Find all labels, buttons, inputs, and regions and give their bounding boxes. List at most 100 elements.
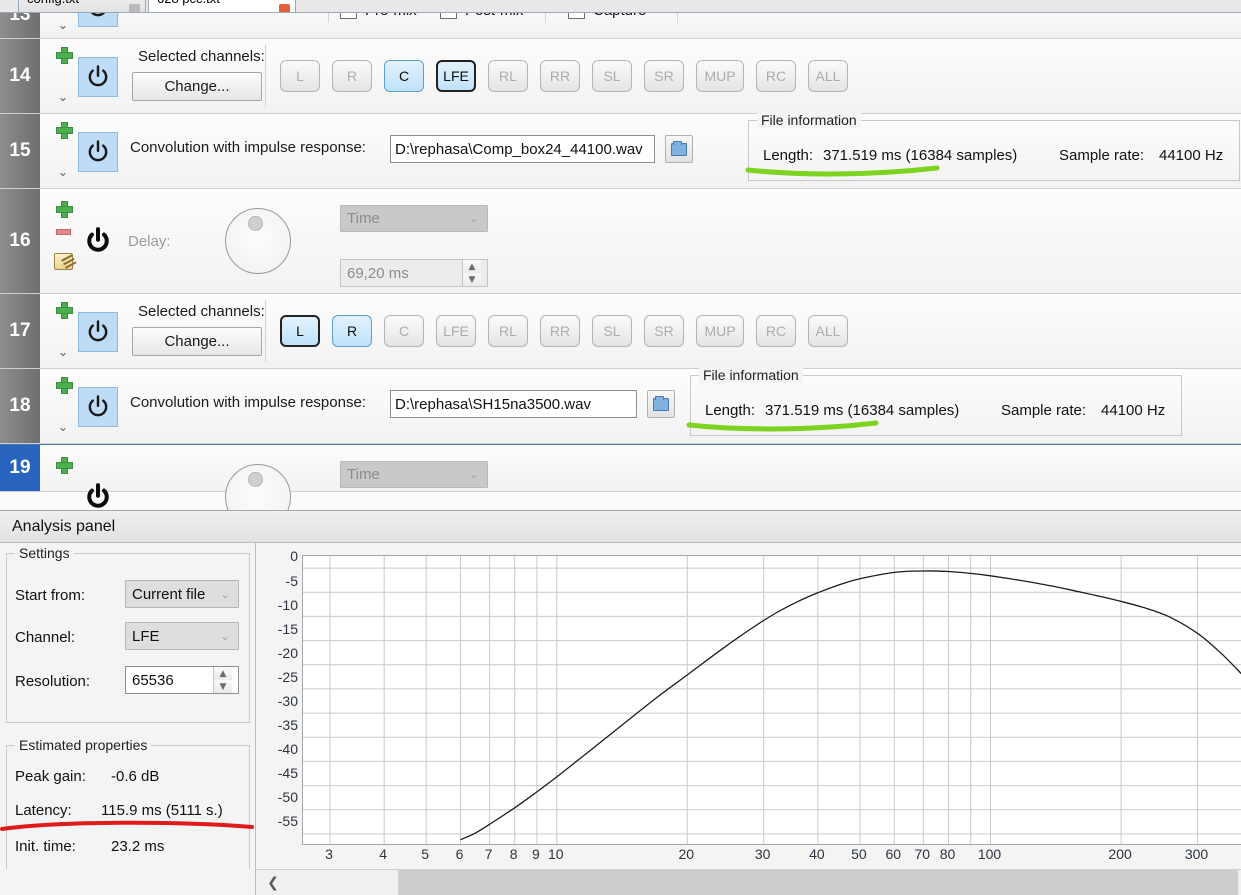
tab-628-pcc[interactable]: 628 pcc.txt: [148, 0, 296, 12]
channel-chip-rr[interactable]: RR: [540, 315, 580, 347]
chain-row-13[interactable]: 13 ⌄ Selected processing stage: Pre-mix: [0, 13, 1241, 39]
power-toggle[interactable]: [78, 13, 118, 27]
horizontal-scrollbar[interactable]: ❮: [256, 869, 1241, 895]
change-channels-button[interactable]: Change...: [132, 327, 262, 356]
impulse-response-path-input[interactable]: D:\rephasa\Comp_box24_44100.wav: [390, 135, 655, 163]
row-index: 19: [0, 445, 40, 491]
delay-mode-value: Time: [347, 466, 380, 483]
tab-config[interactable]: config.txt: [18, 0, 146, 12]
response-curve: [460, 570, 1241, 841]
delay-knob[interactable]: [225, 464, 291, 510]
add-row-icon[interactable]: [56, 377, 73, 394]
channel-chip-sl[interactable]: SL: [592, 60, 632, 92]
chain-row-17[interactable]: 17 ⌄ Selected channels: Change... L R C: [0, 294, 1241, 369]
channel-chip-sr[interactable]: SR: [644, 60, 684, 92]
power-toggle-off[interactable]: [78, 221, 118, 261]
checkbox-box: [340, 13, 357, 19]
row-index: 15: [0, 114, 40, 188]
plot-area[interactable]: [302, 555, 1241, 845]
file-information-group: File information Length: 371.519 ms (163…: [748, 112, 1240, 181]
sample-rate-value: 44100 Hz: [1159, 147, 1224, 164]
divider: [545, 13, 546, 23]
checkbox-pre-mix[interactable]: Pre-mix: [340, 13, 417, 19]
delay-knob[interactable]: [225, 208, 291, 274]
scrollbar-track[interactable]: [290, 869, 1241, 895]
chevron-down-icon[interactable]: ⌄: [55, 421, 71, 435]
channel-chip-sr[interactable]: SR: [644, 315, 684, 347]
x-tick: 3: [325, 846, 333, 862]
add-row-icon[interactable]: [56, 302, 73, 319]
channel-chip-lfe[interactable]: LFE: [436, 60, 476, 92]
checkbox-post-mix[interactable]: Post-mix: [440, 13, 523, 19]
channel-chip-all[interactable]: ALL: [808, 60, 848, 92]
row-controls: ⌄: [48, 114, 82, 188]
channel-chip-l[interactable]: L: [280, 315, 320, 347]
resolution-label: Resolution:: [15, 673, 91, 690]
channel-chip-mup[interactable]: MUP: [696, 60, 744, 92]
add-row-icon[interactable]: [56, 47, 73, 64]
chain-row-14[interactable]: 14 ⌄ Selected channels: Change... L R C: [0, 39, 1241, 114]
channel-chip-mup[interactable]: MUP: [696, 315, 744, 347]
processing-chain-list[interactable]: 13 ⌄ Selected processing stage: Pre-mix: [0, 13, 1241, 510]
scroll-left-button[interactable]: ❮: [256, 869, 290, 895]
delay-mode-select[interactable]: Time ⌄: [340, 205, 488, 232]
channel-chip-l[interactable]: L: [280, 60, 320, 92]
chevron-down-icon[interactable]: ⌄: [55, 166, 71, 180]
channel-chip-rr[interactable]: RR: [540, 60, 580, 92]
stepper-down[interactable]: ▼: [214, 680, 232, 693]
channel-select[interactable]: LFE ⌄: [125, 622, 239, 650]
stepper-up[interactable]: ▲: [463, 260, 481, 273]
delay-value-stepper[interactable]: 69,20 ms ▲ ▼: [340, 259, 488, 287]
chain-row-16[interactable]: 16 Delay: Time ⌄ 69,20 ms ▲ ▼: [0, 189, 1241, 294]
power-toggle[interactable]: [78, 312, 118, 352]
stepper-buttons[interactable]: ▲ ▼: [462, 260, 481, 286]
power-toggle[interactable]: [78, 132, 118, 172]
chevron-down-icon[interactable]: ⌄: [55, 346, 71, 360]
row-body: ⌄ Convolution with impulse response: D:\…: [40, 112, 1241, 188]
channel-chip-r[interactable]: R: [332, 60, 372, 92]
channel-chip-rc[interactable]: RC: [756, 60, 796, 92]
tab-strip: config.txt 628 pcc.txt: [0, 0, 1241, 13]
power-toggle-off[interactable]: [78, 477, 118, 510]
add-row-icon[interactable]: [56, 122, 73, 139]
channel-chip-c[interactable]: C: [384, 315, 424, 347]
stepper-buttons[interactable]: ▲ ▼: [213, 667, 232, 693]
resolution-stepper[interactable]: 65536 ▲ ▼: [125, 666, 239, 694]
impulse-response-path-input[interactable]: D:\rephasa\SH15na3500.wav: [390, 390, 637, 418]
channel-chip-sl[interactable]: SL: [592, 315, 632, 347]
row-controls: ⌄: [48, 39, 82, 113]
checkbox-capture[interactable]: Capture: [568, 13, 646, 19]
start-from-select[interactable]: Current file ⌄: [125, 580, 239, 608]
chevron-down-icon[interactable]: ⌄: [55, 91, 71, 105]
channel-chip-rl[interactable]: RL: [488, 60, 528, 92]
remove-row-icon[interactable]: [56, 229, 71, 235]
resolution-value: 65536: [132, 671, 174, 689]
channel-chip-r[interactable]: R: [332, 315, 372, 347]
add-row-icon[interactable]: [56, 457, 73, 474]
y-tick: -10: [277, 597, 298, 613]
channel-chip-all[interactable]: ALL: [808, 315, 848, 347]
chain-row-19[interactable]: 19 Time ⌄: [0, 444, 1241, 510]
channel-chip-rl[interactable]: RL: [488, 315, 528, 347]
frequency-response-chart: 0 -5 -10 -15 -20 -25 -30 -35 -40 -45 -50…: [256, 543, 1241, 895]
power-toggle[interactable]: [78, 387, 118, 427]
open-file-button[interactable]: [665, 135, 693, 163]
latency-value: 115.9 ms (5111 s.): [101, 802, 223, 819]
channel-chip-lfe[interactable]: LFE: [436, 315, 476, 347]
channel-chip-c[interactable]: C: [384, 60, 424, 92]
power-toggle[interactable]: [78, 57, 118, 97]
open-file-button[interactable]: [647, 390, 675, 418]
change-channels-button[interactable]: Change...: [132, 72, 262, 101]
chevron-down-icon[interactable]: ⌄: [55, 19, 71, 33]
add-row-icon[interactable]: [56, 201, 73, 218]
length-value: 371.519 ms (16384 samples): [765, 402, 960, 419]
stepper-down[interactable]: ▼: [463, 273, 481, 286]
chain-row-18[interactable]: 18 ⌄ Convolution with impulse response: …: [0, 367, 1241, 444]
channel-chip-rc[interactable]: RC: [756, 315, 796, 347]
chain-row-15[interactable]: 15 ⌄ Convolution with impulse response: …: [0, 112, 1241, 189]
edit-note-icon[interactable]: [54, 253, 73, 270]
scrollbar-thumb[interactable]: [398, 869, 1238, 895]
delay-mode-select[interactable]: Time ⌄: [340, 461, 488, 488]
length-label: Length:: [705, 402, 756, 419]
stepper-up[interactable]: ▲: [214, 667, 232, 680]
